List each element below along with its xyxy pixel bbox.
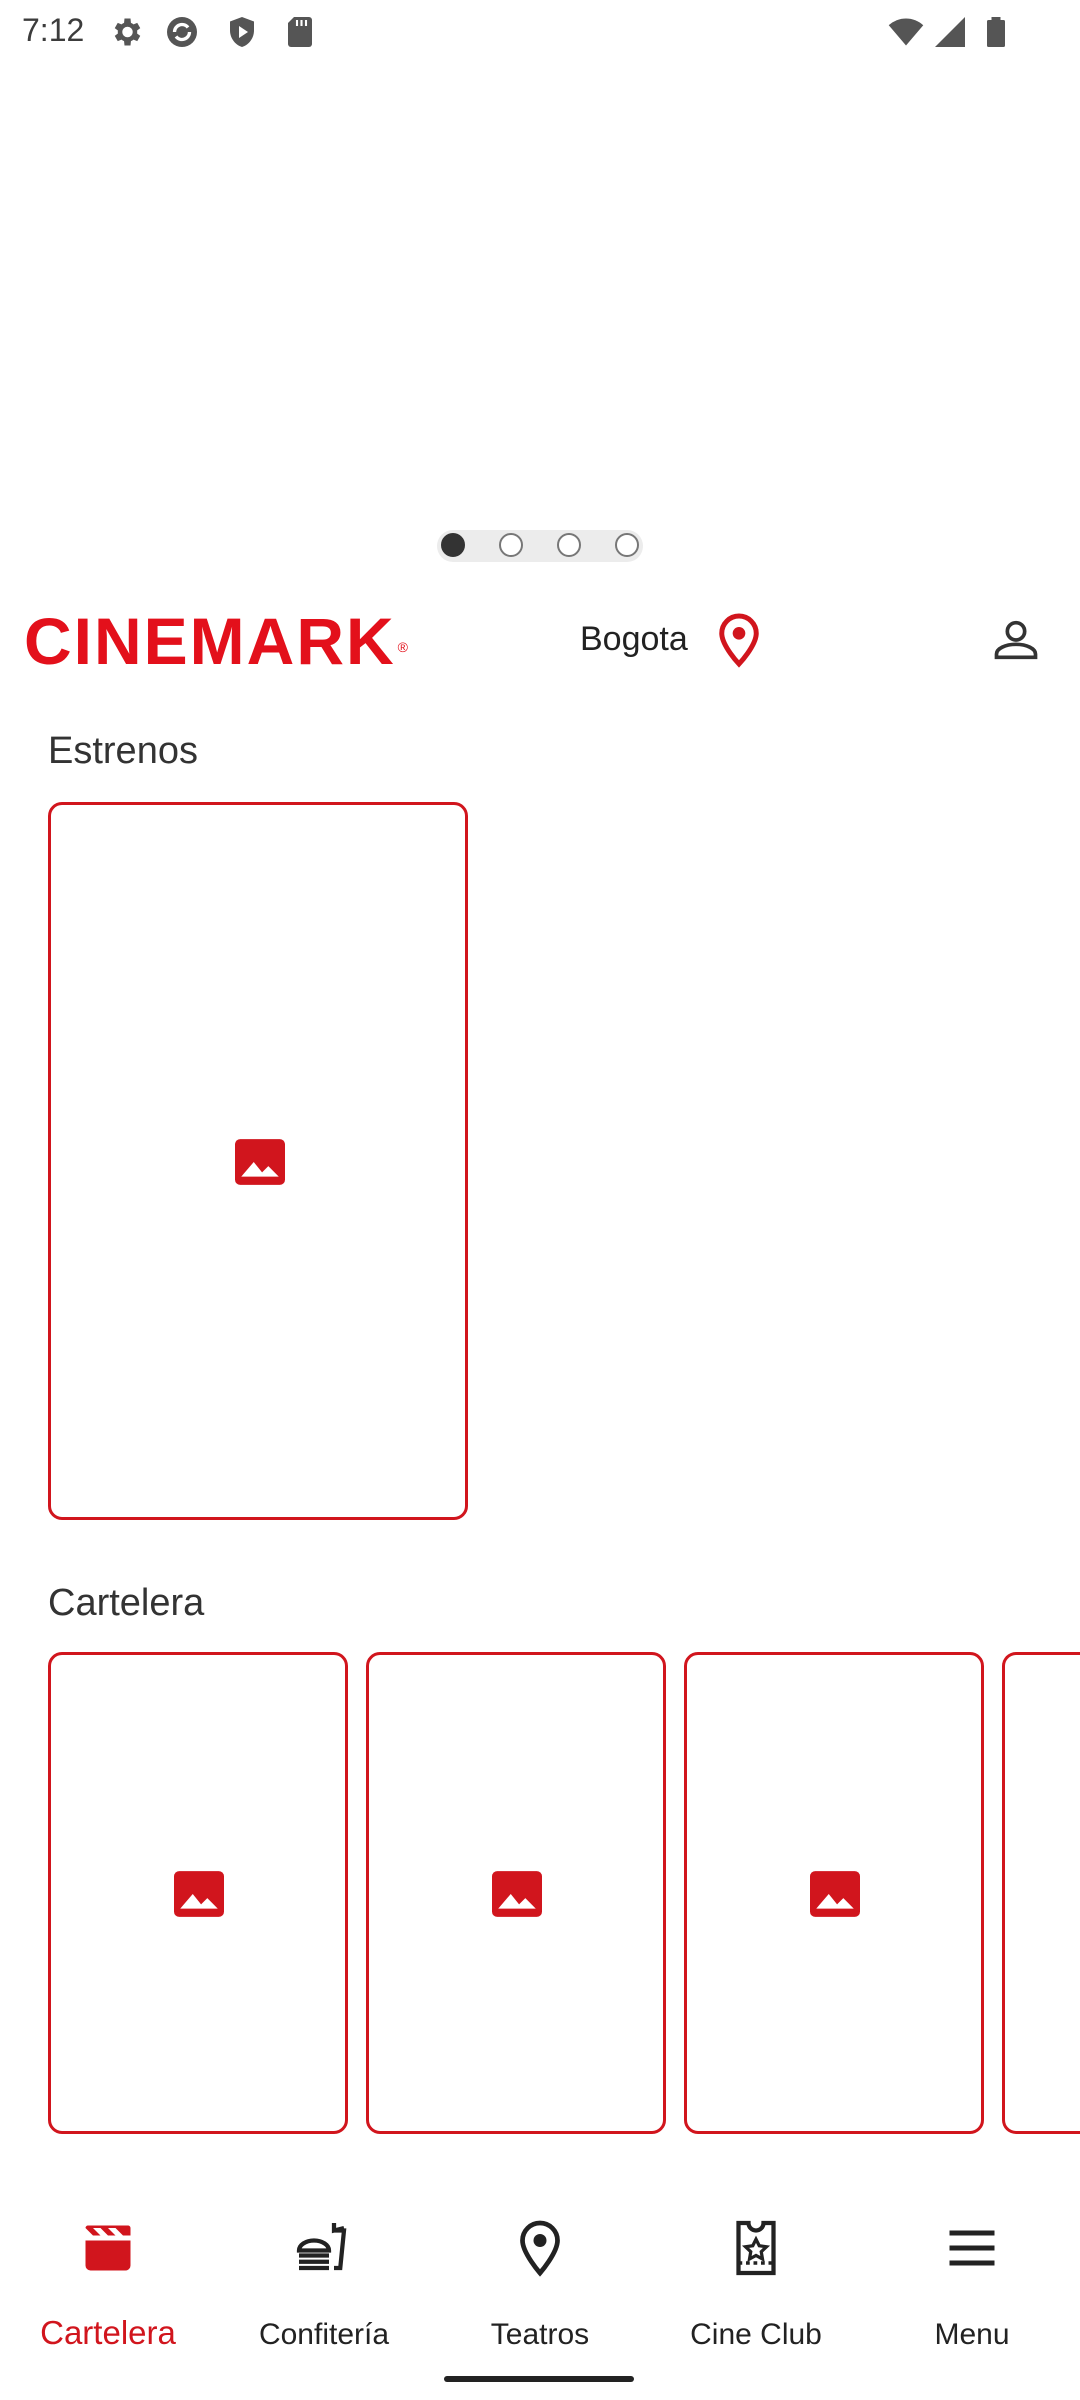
food-drink-icon xyxy=(296,2223,347,2271)
carousel-dot[interactable] xyxy=(557,533,581,557)
image-placeholder-icon xyxy=(174,1871,224,1917)
movie-poster[interactable] xyxy=(684,1652,984,2134)
carousel-indicator xyxy=(437,530,643,562)
movie-poster[interactable] xyxy=(1002,1652,1080,2134)
user-icon[interactable] xyxy=(990,614,1042,666)
nav-label: Cine Club xyxy=(690,2318,822,2351)
carousel-dot[interactable] xyxy=(499,533,523,557)
hamburger-icon xyxy=(949,2230,995,2266)
movie-poster[interactable] xyxy=(366,1652,666,2134)
gear-icon xyxy=(114,18,141,46)
section-title-cartelera: Cartelera xyxy=(48,1582,205,1624)
home-indicator[interactable] xyxy=(444,2376,634,2382)
image-placeholder-icon xyxy=(235,1139,285,1185)
image-placeholder-icon xyxy=(810,1871,860,1917)
map-pin-icon[interactable] xyxy=(716,612,762,668)
carousel-dot[interactable] xyxy=(615,533,639,557)
shield-play-icon xyxy=(230,17,254,47)
nav-label: Cartelera xyxy=(40,2314,176,2351)
map-pin-icon xyxy=(520,2220,560,2277)
nav-item-cartelera[interactable]: Cartelera xyxy=(0,2196,216,2356)
nav-item-confiteria[interactable]: Confitería xyxy=(216,2196,432,2356)
nav-item-teatros[interactable]: Teatros xyxy=(432,2196,648,2356)
wifi-icon xyxy=(888,18,924,46)
nav-label: Teatros xyxy=(490,2318,590,2351)
clapperboard-icon xyxy=(85,2225,131,2271)
movie-poster[interactable] xyxy=(48,1652,348,2134)
cinemark-logo: CINEMARK ® xyxy=(24,604,410,678)
nav-item-menu[interactable]: Menu xyxy=(864,2196,1080,2356)
city-selector[interactable]: Bogota xyxy=(580,620,688,659)
sync-icon xyxy=(167,17,197,47)
image-placeholder-icon xyxy=(492,1871,542,1917)
nav-item-cine-club[interactable]: Cine Club xyxy=(648,2196,864,2356)
signal-icon xyxy=(935,17,965,47)
battery-icon xyxy=(987,17,1005,47)
bottom-navigation: Cartelera Confitería Teatros Cine Club M… xyxy=(0,2196,1080,2400)
status-bar: 7:12 xyxy=(0,0,1080,64)
section-title-estrenos: Estrenos xyxy=(48,730,198,772)
nav-label: Menu xyxy=(934,2318,1010,2351)
status-time: 7:12 xyxy=(22,12,85,48)
sd-card-icon xyxy=(288,17,312,47)
carousel-dot[interactable] xyxy=(441,533,465,557)
nav-label: Confitería xyxy=(258,2318,390,2351)
ticket-star-icon xyxy=(736,2220,776,2276)
movie-poster[interactable] xyxy=(48,802,468,1520)
banner-carousel[interactable] xyxy=(0,64,1080,584)
